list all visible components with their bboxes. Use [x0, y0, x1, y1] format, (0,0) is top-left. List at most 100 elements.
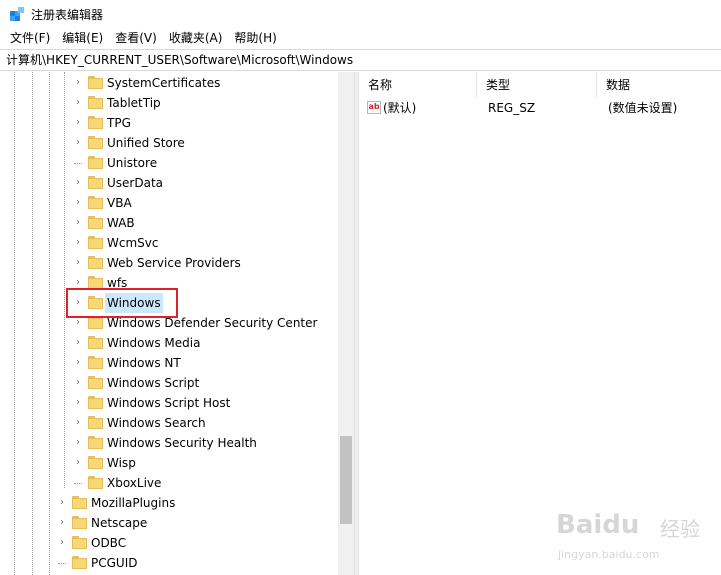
- folder-icon: [88, 156, 103, 169]
- tree-item-label: Windows Media: [107, 336, 201, 350]
- tree-item-label: WcmSvc: [107, 236, 159, 250]
- tree-item[interactable]: › TPG: [0, 113, 338, 133]
- column-header-data[interactable]: 数据: [597, 72, 721, 98]
- tree-item[interactable]: › TabletTip: [0, 93, 338, 113]
- value-type: REG_SZ: [488, 101, 536, 115]
- folder-icon: [88, 96, 103, 109]
- column-header-type[interactable]: 类型: [477, 72, 597, 98]
- chevron-right-icon[interactable]: ›: [73, 73, 83, 93]
- tree-item[interactable]: › VBA: [0, 193, 338, 213]
- value-row[interactable]: ab (默认) REG_SZ (数值未设置): [359, 98, 721, 118]
- folder-icon: [88, 176, 103, 189]
- menu-bar: 文件(F) 编辑(E) 查看(V) 收藏夹(A) 帮助(H): [0, 28, 721, 48]
- chevron-right-icon[interactable]: ›: [73, 173, 83, 193]
- tree-item-label: ODBC: [91, 536, 127, 550]
- tree-item[interactable]: › Unified Store: [0, 133, 338, 153]
- chevron-right-icon[interactable]: ›: [73, 233, 83, 253]
- tree-item[interactable]: › Netscape: [0, 513, 338, 533]
- chevron-right-icon[interactable]: ›: [73, 413, 83, 433]
- chevron-right-icon[interactable]: ›: [57, 513, 67, 533]
- tree-item[interactable]: › Wisp: [0, 453, 338, 473]
- chevron-right-icon[interactable]: ›: [73, 93, 83, 113]
- tree-item[interactable]: PCGUID: [0, 553, 338, 573]
- tree-item[interactable]: › ODBC: [0, 533, 338, 553]
- chevron-right-icon[interactable]: ›: [73, 453, 83, 473]
- tree-item[interactable]: › WcmSvc: [0, 233, 338, 253]
- tree-item-label: Windows Script: [107, 376, 200, 390]
- tree-item-label: Windows Search: [107, 416, 206, 430]
- menu-help[interactable]: 帮助(H): [228, 28, 282, 48]
- tree-item-label: Unistore: [107, 156, 158, 170]
- menu-edit[interactable]: 编辑(E): [56, 28, 109, 48]
- value-data: (数值未设置): [608, 101, 678, 115]
- tree-item[interactable]: › Windows Script: [0, 373, 338, 393]
- chevron-right-icon[interactable]: ›: [73, 133, 83, 153]
- tree-item[interactable]: › Windows Media: [0, 333, 338, 353]
- tree-item-label: WAB: [107, 216, 135, 230]
- tree-item[interactable]: › Windows Security Health: [0, 433, 338, 453]
- folder-icon: [72, 496, 87, 509]
- chevron-right-icon[interactable]: ›: [73, 393, 83, 413]
- folder-icon: [88, 476, 103, 489]
- folder-icon: [88, 396, 103, 409]
- chevron-right-icon[interactable]: ›: [73, 193, 83, 213]
- folder-icon: [88, 196, 103, 209]
- folder-icon: [88, 236, 103, 249]
- tree-item[interactable]: › WAB: [0, 213, 338, 233]
- folder-icon: [88, 116, 103, 129]
- address-bar[interactable]: 计算机\HKEY_CURRENT_USER\Software\Microsoft…: [0, 49, 721, 71]
- window-title: 注册表编辑器: [31, 8, 104, 22]
- tree-item[interactable]: › Windows Script Host: [0, 393, 338, 413]
- menu-view[interactable]: 查看(V): [109, 28, 163, 48]
- folder-icon: [88, 336, 103, 349]
- tree-item-label: XboxLive: [107, 476, 162, 490]
- chevron-right-icon[interactable]: ›: [73, 433, 83, 453]
- tree-item[interactable]: › MozillaPlugins: [0, 493, 338, 513]
- tree-item-label: Windows Security Health: [107, 436, 257, 450]
- tree-item-label: VBA: [107, 196, 132, 210]
- menu-file[interactable]: 文件(F): [4, 28, 56, 48]
- watermark-url: jingyan.baidu.com: [558, 548, 660, 561]
- tree-item[interactable]: › Web Service Providers: [0, 253, 338, 273]
- menu-favorites[interactable]: 收藏夹(A): [163, 28, 229, 48]
- tree-item-label: Windows NT: [107, 356, 181, 370]
- tree-item[interactable]: › UserData: [0, 173, 338, 193]
- chevron-right-icon[interactable]: ›: [73, 353, 83, 373]
- chevron-right-icon[interactable]: ›: [57, 533, 67, 553]
- chevron-right-icon[interactable]: ›: [73, 113, 83, 133]
- folder-icon: [72, 556, 87, 569]
- tree-item[interactable]: › SystemCertificates: [0, 73, 338, 93]
- tree-connector: [74, 483, 82, 484]
- tree-item[interactable]: › Windows Search: [0, 413, 338, 433]
- folder-icon: [88, 456, 103, 469]
- tree-item-label: TabletTip: [107, 96, 161, 110]
- tree-item[interactable]: XboxLive: [0, 473, 338, 493]
- chevron-right-icon[interactable]: ›: [73, 253, 83, 273]
- column-header-name[interactable]: 名称: [359, 72, 477, 98]
- tree-item[interactable]: › Windows NT: [0, 353, 338, 373]
- tree-item-label: TPG: [107, 116, 131, 130]
- chevron-right-icon[interactable]: ›: [73, 213, 83, 233]
- tree-item-label: SystemCertificates: [107, 76, 221, 90]
- folder-icon: [72, 536, 87, 549]
- folder-icon: [88, 436, 103, 449]
- regedit-icon: [10, 7, 24, 21]
- title-bar: 注册表编辑器: [0, 0, 721, 28]
- chevron-right-icon[interactable]: ›: [57, 493, 67, 513]
- tree-item[interactable]: Unistore: [0, 153, 338, 173]
- tree-scrollbar-thumb[interactable]: [340, 436, 352, 524]
- tree-item-label: PCGUID: [91, 556, 138, 570]
- annotation-highlight-box: [66, 288, 178, 318]
- tree-item-label: Wisp: [107, 456, 136, 470]
- watermark-brand: Baidu: [556, 510, 640, 540]
- chevron-right-icon[interactable]: ›: [73, 333, 83, 353]
- tree-item-label: Netscape: [91, 516, 148, 530]
- chevron-right-icon[interactable]: ›: [73, 373, 83, 393]
- baidu-watermark: Baidu 经验 jingyan.baidu.com: [556, 510, 716, 570]
- values-pane[interactable]: 名称 类型 数据 ab (默认) REG_SZ (数值未设置): [359, 72, 721, 575]
- folder-icon: [88, 356, 103, 369]
- tree-pane[interactable]: › SystemCertificates › TabletTip › TPG › Unifie…: [0, 72, 354, 575]
- tree-item-label: MozillaPlugins: [91, 496, 176, 510]
- tree-item-label: Unified Store: [107, 136, 185, 150]
- tree-connector: [74, 163, 82, 164]
